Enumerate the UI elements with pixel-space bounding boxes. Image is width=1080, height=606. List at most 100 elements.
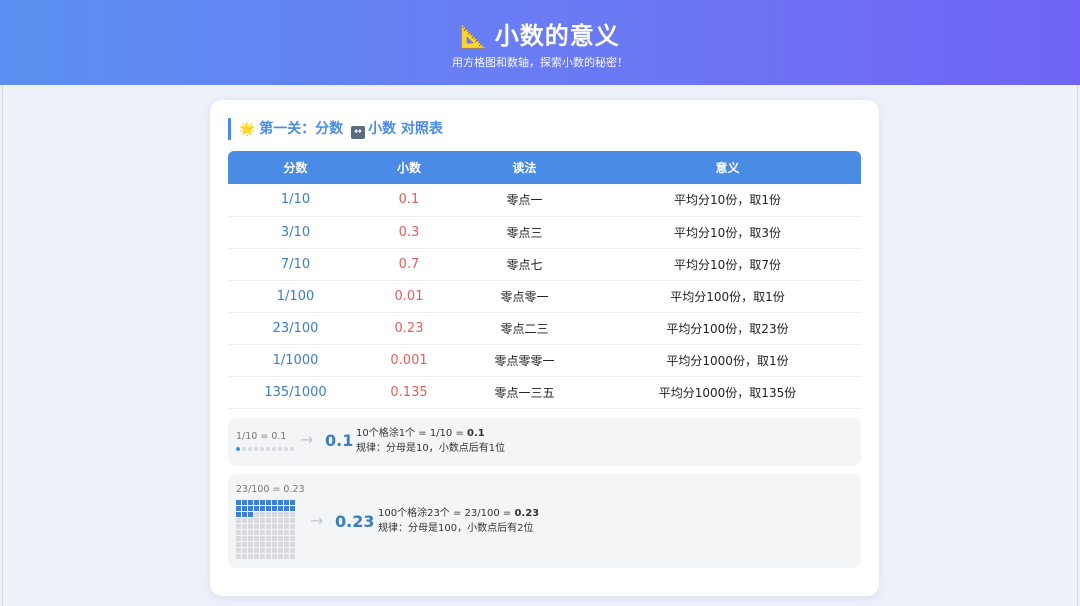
reading-cell: 零点零一 bbox=[455, 280, 594, 313]
shaded-cell bbox=[236, 512, 241, 517]
unshaded-cell bbox=[284, 530, 289, 535]
unshaded-cell bbox=[284, 512, 289, 517]
unshaded-cell bbox=[284, 518, 289, 523]
unshaded-dot bbox=[278, 447, 282, 451]
unshaded-cell bbox=[278, 548, 283, 553]
tenths-demo-label: 1/10 = 0.1 bbox=[236, 431, 287, 442]
unshaded-cell bbox=[290, 512, 295, 517]
star-icon: 🌟 bbox=[239, 122, 256, 137]
unshaded-cell bbox=[290, 536, 295, 541]
unshaded-cell bbox=[278, 542, 283, 547]
reading-cell: 零点七 bbox=[455, 248, 594, 281]
unshaded-cell bbox=[236, 548, 241, 553]
unshaded-cell bbox=[284, 536, 289, 541]
hundredths-grid bbox=[236, 500, 295, 559]
decimal-cell: 0.001 bbox=[363, 344, 455, 377]
triangle-ruler-icon: 📐 bbox=[460, 25, 489, 50]
tenths-dot-strip bbox=[236, 447, 294, 451]
shaded-cell bbox=[236, 506, 241, 511]
fraction-cell: 1/1000 bbox=[228, 344, 363, 377]
decimal-cell: 0.23 bbox=[363, 312, 455, 345]
shaded-cell bbox=[248, 512, 253, 517]
column-header-reading: 读法 bbox=[455, 151, 594, 184]
reading-cell: 零点一 bbox=[455, 184, 594, 217]
section-title-part-b: 小数 对照表 bbox=[368, 121, 443, 137]
shaded-cell bbox=[266, 500, 271, 505]
unshaded-cell bbox=[248, 530, 253, 535]
unshaded-cell bbox=[284, 554, 289, 559]
table-row: 7/10 0.7 零点七 平均分10份，取7份 bbox=[228, 248, 861, 281]
decimal-cell: 0.01 bbox=[363, 280, 455, 313]
page-title: 📐 小数的意义 bbox=[0, 16, 1080, 51]
unshaded-cell bbox=[248, 518, 253, 523]
meaning-cell: 平均分10份，取3份 bbox=[594, 216, 861, 249]
unshaded-dot bbox=[266, 447, 270, 451]
unshaded-cell bbox=[248, 536, 253, 541]
unshaded-cell bbox=[278, 518, 283, 523]
unshaded-cell bbox=[266, 530, 271, 535]
unshaded-cell bbox=[272, 548, 277, 553]
unshaded-cell bbox=[290, 530, 295, 535]
table-row: 1/1000 0.001 零点零零一 平均分1000份，取1份 bbox=[228, 344, 861, 377]
hundredths-demo-equation-value: 0.23 bbox=[514, 508, 540, 519]
unshaded-cell bbox=[254, 548, 259, 553]
shaded-cell bbox=[248, 500, 253, 505]
shaded-cell bbox=[254, 506, 259, 511]
meaning-cell: 平均分100份，取1份 bbox=[594, 280, 861, 313]
unshaded-cell bbox=[278, 554, 283, 559]
decimal-cell: 0.7 bbox=[363, 248, 455, 281]
unshaded-cell bbox=[254, 512, 259, 517]
shaded-cell bbox=[290, 500, 295, 505]
unshaded-cell bbox=[278, 524, 283, 529]
shaded-dot bbox=[236, 447, 240, 451]
section-title-part-a: 第一关：分数 bbox=[259, 121, 344, 137]
shaded-cell bbox=[260, 500, 265, 505]
page-header: 📐 小数的意义 用方格图和数轴，探索小数的秘密！ bbox=[0, 0, 1080, 85]
unshaded-cell bbox=[260, 530, 265, 535]
unshaded-cell bbox=[272, 530, 277, 535]
meaning-cell: 平均分1000份，取135份 bbox=[594, 376, 861, 409]
fraction-cell: 1/100 bbox=[228, 280, 363, 313]
decimal-cell: 0.3 bbox=[363, 216, 455, 249]
tenths-demo-equation: 10个格涂1个 = 1/10 = bbox=[356, 428, 468, 439]
tenths-demo-note: 10个格涂1个 = 1/10 = 0.1 规律：分母是10，小数点后有1位 bbox=[356, 426, 505, 456]
unshaded-cell bbox=[242, 554, 247, 559]
unshaded-cell bbox=[260, 512, 265, 517]
page-title-text: 小数的意义 bbox=[494, 22, 620, 50]
unshaded-cell bbox=[236, 542, 241, 547]
unshaded-cell bbox=[272, 536, 277, 541]
tenths-demo-panel: 1/10 = 0.1 → 0.1 10个格涂1个 = 1/10 = 0.1 规律… bbox=[228, 418, 861, 466]
left-right-arrow-icon: ↔ bbox=[351, 126, 366, 139]
unshaded-cell bbox=[266, 554, 271, 559]
unshaded-cell bbox=[284, 542, 289, 547]
unshaded-cell bbox=[236, 524, 241, 529]
unshaded-cell bbox=[260, 524, 265, 529]
unshaded-cell bbox=[278, 536, 283, 541]
page-subtitle: 用方格图和数轴，探索小数的秘密！ bbox=[452, 56, 628, 69]
unshaded-cell bbox=[266, 536, 271, 541]
unshaded-cell bbox=[278, 512, 283, 517]
unshaded-cell bbox=[254, 524, 259, 529]
unshaded-cell bbox=[266, 542, 271, 547]
right-arrow-icon: → bbox=[310, 511, 324, 530]
unshaded-cell bbox=[236, 536, 241, 541]
unshaded-cell bbox=[290, 542, 295, 547]
tenths-demo-equation-value: 0.1 bbox=[467, 428, 485, 439]
table-row: 3/10 0.3 零点三 平均分10份，取3份 bbox=[228, 216, 861, 249]
unshaded-cell bbox=[272, 542, 277, 547]
unshaded-cell bbox=[242, 536, 247, 541]
unshaded-dot bbox=[272, 447, 276, 451]
unshaded-dot bbox=[242, 447, 246, 451]
reading-cell: 零点零零一 bbox=[455, 344, 594, 377]
shaded-cell bbox=[242, 500, 247, 505]
lesson-card: 🌟 第一关：分数 ↔ 小数 对照表 分数 小数 读法 意义 1/10 0.1 零点一… bbox=[210, 100, 879, 596]
shaded-cell bbox=[236, 500, 241, 505]
hundredths-demo-rule: 规律：分母是100，小数点后有2位 bbox=[378, 523, 534, 534]
unshaded-cell bbox=[272, 554, 277, 559]
column-header-fraction: 分数 bbox=[228, 151, 363, 184]
unshaded-cell bbox=[260, 554, 265, 559]
shaded-cell bbox=[272, 506, 277, 511]
table-row: 1/10 0.1 零点一 平均分10份，取1份 bbox=[228, 184, 861, 217]
meaning-cell: 平均分10份，取7份 bbox=[594, 248, 861, 281]
unshaded-cell bbox=[242, 518, 247, 523]
